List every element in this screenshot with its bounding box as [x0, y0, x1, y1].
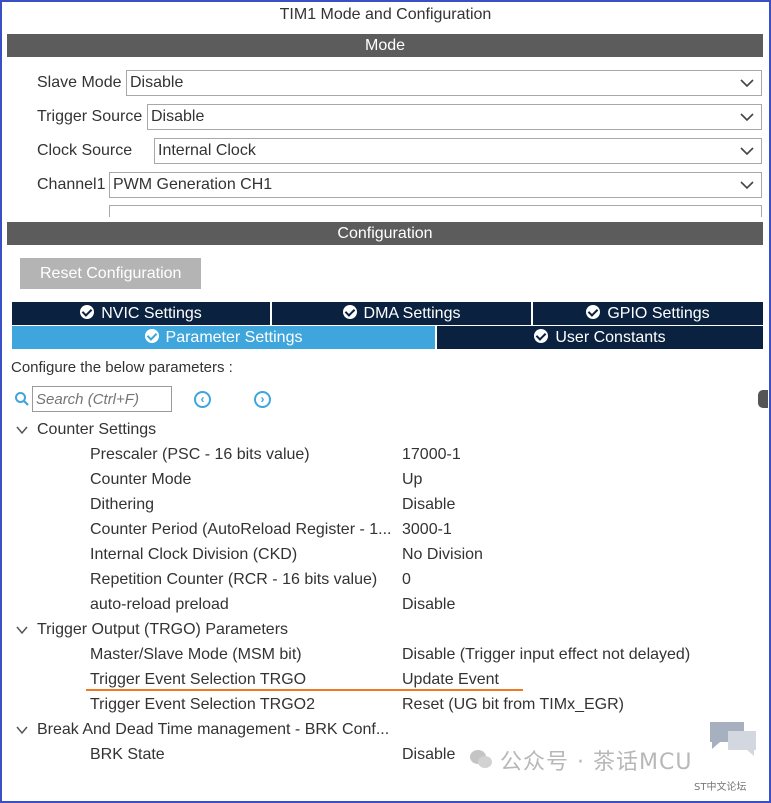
check-circle-icon: [342, 305, 357, 319]
tab-nvic-settings[interactable]: NVIC Settings: [12, 302, 270, 325]
param-name: Prescaler (PSC - 16 bits value): [90, 446, 310, 463]
reset-configuration-button[interactable]: Reset Configuration: [20, 258, 201, 289]
tab-user-constants[interactable]: User Constants: [437, 326, 763, 349]
tab-label: DMA Settings: [363, 305, 461, 322]
param-name: BRK State: [90, 746, 165, 763]
tab-label: NVIC Settings: [101, 305, 202, 322]
param-value[interactable]: 3000-1: [402, 520, 452, 540]
check-circle-icon: [586, 305, 601, 319]
wechat-icon: [470, 750, 492, 768]
highlight-underline: [86, 689, 523, 691]
clock-source-select[interactable]: Internal Clock: [154, 138, 762, 164]
check-circle-icon: [80, 305, 95, 319]
param-name: Counter Period (AutoReload Register - 1.…: [90, 521, 392, 538]
clock-source-value: Internal Clock: [158, 142, 256, 159]
param-name: Internal Clock Division (CKD): [90, 546, 298, 563]
configure-hint: Configure the below parameters :: [11, 359, 233, 376]
channel1-label: Channel1: [37, 176, 106, 193]
search-input[interactable]: [32, 386, 172, 412]
chevron-down-icon[interactable]: [16, 424, 28, 436]
tab-label: GPIO Settings: [607, 305, 710, 322]
tab-gpio-settings[interactable]: GPIO Settings: [533, 302, 763, 325]
trigger-source-label: Trigger Source: [37, 108, 143, 125]
mode-header: Mode: [7, 34, 763, 57]
chevron-down-icon[interactable]: [16, 624, 28, 636]
param-name: Trigger Event Selection TRGO2: [90, 696, 315, 713]
param-value[interactable]: Reset (UG bit from TIMx_EGR): [402, 695, 624, 715]
previous-match-icon[interactable]: ‹: [194, 391, 211, 408]
chevron-down-icon: [740, 79, 754, 88]
slave-mode-value: Disable: [130, 74, 184, 91]
tab-parameter-settings[interactable]: Parameter Settings: [12, 326, 435, 349]
param-value[interactable]: 0: [402, 570, 411, 590]
param-name: Dithering: [90, 496, 155, 513]
param-name: Repetition Counter (RCR - 16 bits value): [90, 571, 378, 588]
param-value[interactable]: Disable: [402, 495, 455, 515]
channel2-select-partial[interactable]: [109, 205, 762, 217]
param-name: auto-reload preload: [90, 596, 229, 613]
chevron-down-icon: [740, 113, 754, 122]
scroll-handle[interactable]: [758, 390, 768, 408]
chevron-down-icon: [740, 181, 754, 190]
trigger-source-value: Disable: [151, 108, 205, 125]
param-value[interactable]: Disable: [402, 745, 455, 765]
tab-dma-settings[interactable]: DMA Settings: [272, 302, 531, 325]
corner-watermark-text: ST中文论坛: [694, 782, 747, 793]
slave-mode-select[interactable]: Disable: [126, 70, 762, 96]
group-counter-settings[interactable]: Counter Settings: [37, 420, 156, 440]
param-value[interactable]: Disable: [402, 595, 455, 615]
channel1-value: PWM Generation CH1: [113, 176, 273, 193]
check-circle-icon: [144, 329, 159, 343]
param-value[interactable]: Up: [402, 470, 422, 490]
tab-label: Parameter Settings: [165, 329, 303, 346]
next-match-icon[interactable]: ›: [254, 391, 271, 408]
tab-label: User Constants: [555, 329, 666, 346]
param-value[interactable]: Disable (Trigger input effect not delaye…: [402, 645, 690, 665]
trigger-source-select[interactable]: Disable: [147, 104, 762, 130]
slave-mode-label: Slave Mode: [37, 74, 122, 91]
param-name: Trigger Event Selection TRGO: [90, 671, 307, 688]
configuration-header: Configuration: [7, 222, 763, 245]
forum-logo-icon: [710, 722, 756, 756]
window-title: TIM1 Mode and Configuration: [279, 6, 492, 23]
watermark-text: 公众号 · 茶话MCU: [500, 750, 693, 775]
group-trigger-output[interactable]: Trigger Output (TRGO) Parameters: [37, 620, 288, 640]
param-name: Counter Mode: [90, 471, 192, 488]
channel1-select[interactable]: PWM Generation CH1: [109, 172, 762, 198]
param-name: Master/Slave Mode (MSM bit): [90, 646, 302, 663]
chevron-down-icon[interactable]: [16, 724, 28, 736]
search-icon: [15, 392, 29, 406]
check-circle-icon: [534, 329, 549, 343]
clock-source-label: Clock Source: [37, 142, 133, 159]
group-break-dead-time[interactable]: Break And Dead Time management - BRK Con…: [37, 720, 389, 740]
chevron-down-icon: [740, 147, 754, 156]
param-value[interactable]: Update Event: [402, 670, 499, 690]
param-value[interactable]: No Division: [402, 545, 483, 565]
param-value[interactable]: 17000-1: [402, 445, 461, 465]
